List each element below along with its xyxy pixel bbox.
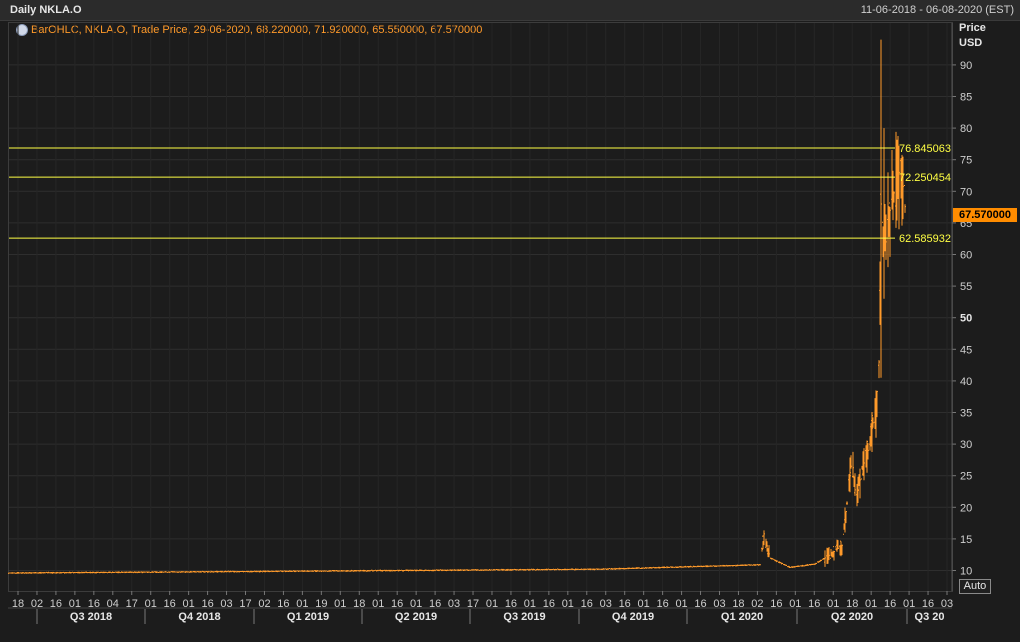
quarter-label: Q4 2018: [178, 611, 220, 623]
y-tick-label: 75: [960, 155, 972, 167]
quarter-label: Q1 2019: [287, 611, 329, 623]
horizontal-line-label: 76.845063: [899, 143, 951, 155]
auto-scale-button[interactable]: Auto: [959, 579, 991, 594]
y-tick-label: 25: [960, 471, 972, 483]
quarter-label: Q3 2018: [70, 611, 112, 623]
y-tick-label: 85: [960, 92, 972, 104]
y-tick-label: 30: [960, 439, 972, 451]
quarter-label: Q3 20: [915, 611, 945, 623]
quarter-label: Q4 2019: [612, 611, 654, 623]
ohlc-series: [8, 39, 906, 574]
y-tick-label: 15: [960, 534, 972, 546]
horizontal-line-label: 62.585932: [899, 233, 951, 245]
price-chart[interactable]: 101520253035404550556065707580859018 02 16…: [0, 0, 1020, 642]
y-tick-label: 35: [960, 408, 972, 420]
y-tick-label: 10: [960, 566, 972, 578]
y-tick-label: 55: [960, 281, 972, 293]
y-tick-label: 40: [960, 376, 972, 388]
axis-unit-currency: USD: [959, 37, 983, 49]
horizontal-line-label: 72.250454: [899, 172, 951, 184]
quarter-label: Q2 2019: [395, 611, 437, 623]
quarter-label: Q3 2019: [503, 611, 545, 623]
quarter-label: Q1 2020: [721, 611, 763, 623]
last-price-marker: 67.570000: [953, 208, 1017, 222]
quarter-label: Q2 2020: [831, 611, 873, 623]
y-tick-label: 60: [960, 250, 972, 262]
axis-unit-price: Price: [959, 22, 986, 34]
y-tick-label: 80: [960, 123, 972, 135]
y-tick-label: 45: [960, 344, 972, 356]
y-tick-label: 90: [960, 60, 972, 72]
y-tick-label: 50: [960, 313, 972, 325]
y-tick-label: 20: [960, 502, 972, 514]
y-tick-label: 70: [960, 186, 972, 198]
